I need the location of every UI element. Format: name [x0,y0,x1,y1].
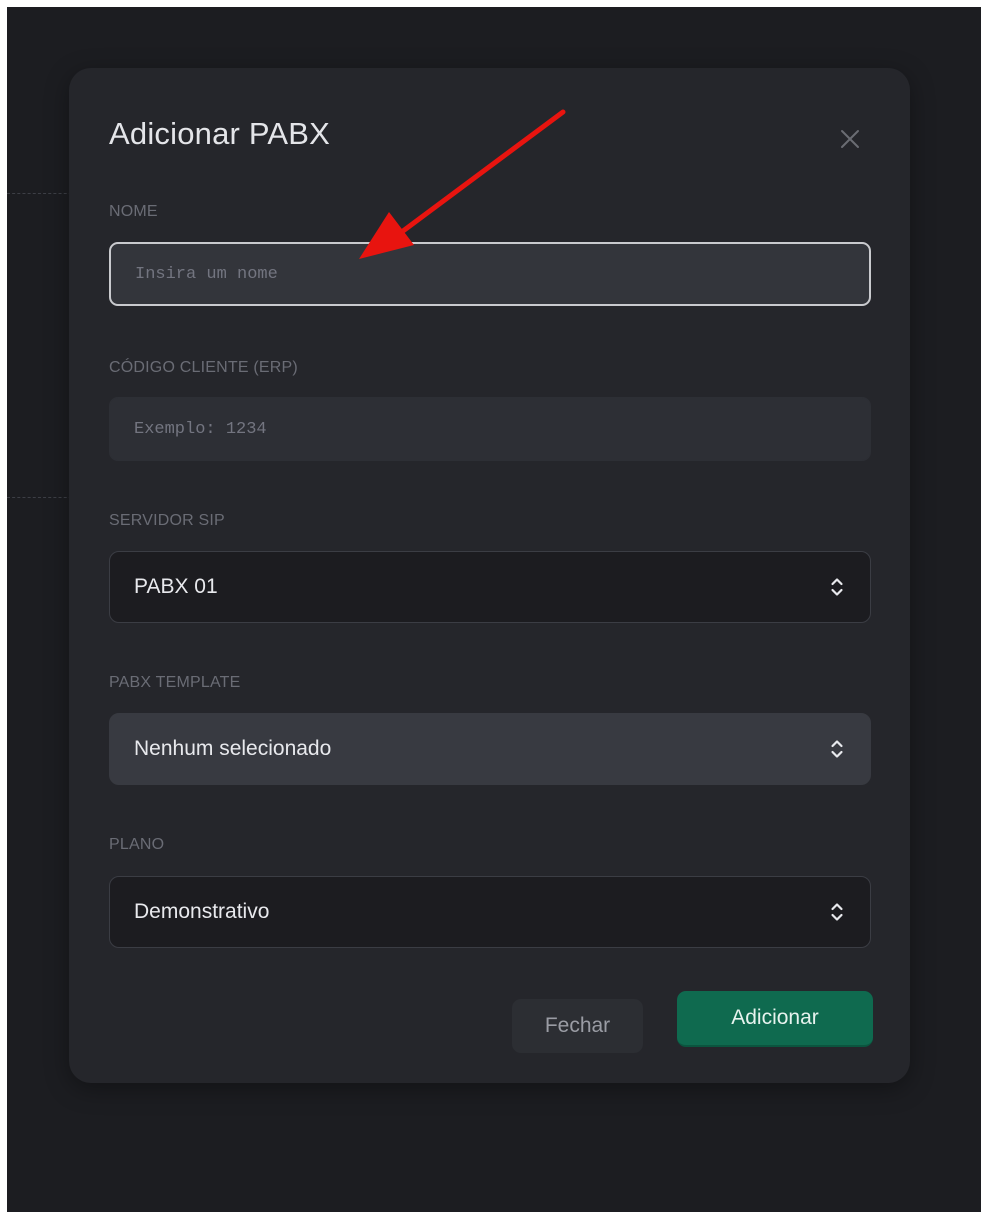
servidor-sip-select[interactable]: PABX 01 [109,551,871,623]
plano-select[interactable]: Demonstrativo [109,876,871,948]
backdrop-divider [7,193,77,194]
servidor-sip-value: PABX 01 [134,575,218,598]
chevron-up-down-icon [828,575,846,599]
add-pabx-modal: Adicionar PABX NOME CÓDIGO CLIENTE (ERP)… [69,68,910,1083]
nome-label: NOME [109,203,158,220]
codigo-cliente-label: CÓDIGO CLIENTE (ERP) [109,359,298,376]
codigo-cliente-input[interactable] [109,397,871,461]
pabx-template-select[interactable]: Nenhum selecionado [109,713,871,785]
modal-title: Adicionar PABX [109,116,331,151]
pabx-template-value: Nenhum selecionado [134,737,332,760]
plano-value: Demonstrativo [134,900,270,923]
chevron-up-down-icon [828,737,846,761]
servidor-sip-label: SERVIDOR SIP [109,512,225,529]
nome-input[interactable] [109,242,871,306]
chevron-up-down-icon [828,900,846,924]
pabx-template-label: PABX TEMPLATE [109,674,241,691]
close-button[interactable] [833,122,867,156]
add-pabx-button[interactable]: Adicionar [677,991,873,1047]
plano-label: PLANO [109,836,165,853]
close-icon [841,130,859,148]
backdrop-divider [7,497,77,498]
app-screen: Adicionar PABX NOME CÓDIGO CLIENTE (ERP)… [7,7,981,1212]
close-modal-button[interactable]: Fechar [512,999,643,1053]
